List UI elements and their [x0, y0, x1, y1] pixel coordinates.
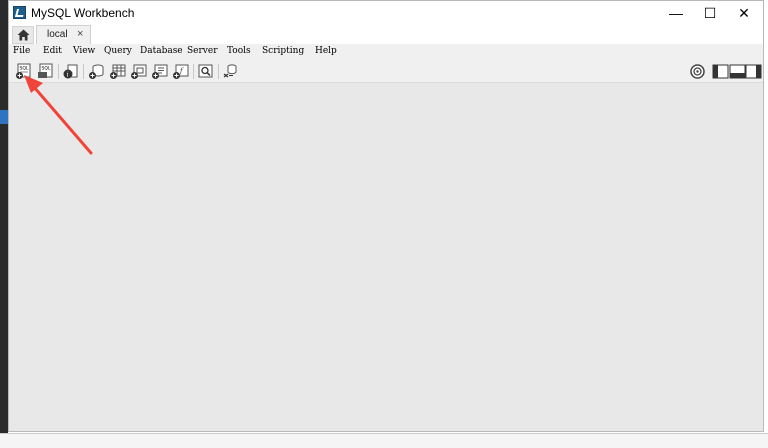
reconnect-button[interactable] — [222, 63, 239, 80]
menu-view[interactable]: View — [73, 46, 95, 56]
create-schema-icon — [89, 64, 104, 79]
inspector-button[interactable]: i — [62, 63, 79, 80]
menu-query[interactable]: Query — [104, 46, 132, 56]
home-tab[interactable] — [12, 26, 34, 44]
tab-close-icon[interactable]: × — [77, 28, 83, 40]
menu-tools[interactable]: Tools — [227, 46, 251, 56]
svg-text:SQL: SQL — [42, 66, 51, 72]
toggle-secondary-sidebar-icon — [745, 64, 762, 79]
svg-text:i: i — [67, 72, 69, 79]
create-function-button[interactable]: f — [172, 63, 189, 80]
background-window-edge — [0, 110, 8, 124]
create-procedure-icon — [152, 64, 168, 79]
home-icon — [17, 29, 30, 41]
maximize-button[interactable]: ☐ — [693, 1, 727, 25]
menu-server[interactable]: Server — [187, 46, 218, 56]
toolbar-separator — [218, 64, 219, 79]
menu-help[interactable]: Help — [315, 46, 337, 56]
tab-local-connection[interactable]: local × — [36, 25, 91, 44]
search-table-data-button[interactable] — [197, 63, 214, 80]
tab-label: local — [47, 29, 68, 40]
menu-edit[interactable]: Edit — [43, 46, 62, 56]
settings-button[interactable] — [689, 63, 706, 80]
create-procedure-button[interactable] — [151, 63, 168, 80]
toolbar-separator — [58, 64, 59, 79]
toggle-output-icon — [729, 64, 746, 79]
toggle-output-button[interactable] — [729, 63, 746, 80]
title-bar[interactable]: MySQL Workbench — ☐ ✕ — [9, 1, 763, 25]
background-window-bottom — [0, 433, 768, 448]
open-sql-script-icon: SQL — [38, 63, 53, 78]
create-schema-button[interactable] — [88, 63, 105, 80]
create-view-icon — [131, 64, 147, 79]
background-desktop-strip — [0, 0, 8, 447]
toggle-sidebar-icon — [712, 64, 729, 79]
menu-bar: File Edit View Query Database Server Too… — [9, 44, 763, 60]
create-view-button[interactable] — [130, 63, 147, 80]
toolbar-separator — [193, 64, 194, 79]
app-window: MySQL Workbench — ☐ ✕ local × File Edit … — [8, 0, 764, 432]
toolbar-separator — [83, 64, 84, 79]
svg-text:SQL: SQL — [20, 66, 29, 72]
toggle-sidebar-button[interactable] — [712, 63, 729, 80]
close-button[interactable]: ✕ — [727, 1, 761, 25]
settings-icon — [690, 64, 705, 79]
inspector-icon: i — [63, 64, 78, 79]
create-table-button[interactable] — [109, 63, 126, 80]
create-table-icon — [110, 64, 126, 79]
mysql-workbench-logo-icon — [13, 6, 26, 19]
window-title: MySQL Workbench — [31, 6, 135, 20]
open-sql-script-button[interactable]: SQL — [37, 63, 54, 80]
new-sql-tab-button[interactable]: SQL — [15, 63, 32, 80]
new-sql-tab-icon: SQL — [16, 63, 31, 79]
create-function-icon: f — [173, 64, 189, 79]
reconnect-icon — [223, 64, 237, 78]
minimize-button[interactable]: — — [659, 1, 693, 25]
tab-bar: local × — [9, 25, 763, 44]
toolbar: SQL SQL i f — [9, 60, 763, 83]
menu-scripting[interactable]: Scripting — [262, 46, 304, 56]
main-content-area — [9, 83, 763, 431]
search-table-data-icon — [198, 64, 213, 78]
menu-database[interactable]: Database — [140, 46, 183, 56]
menu-file[interactable]: File — [13, 46, 30, 56]
toggle-secondary-sidebar-button[interactable] — [745, 63, 762, 80]
